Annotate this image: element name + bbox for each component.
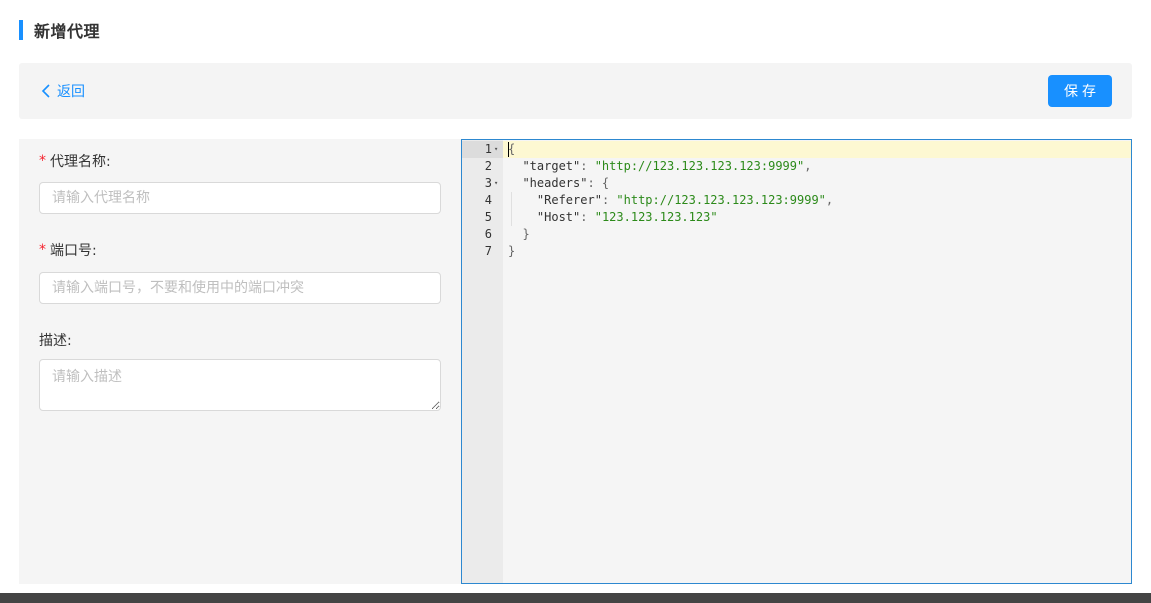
page-header: 新增代理 — [19, 19, 100, 41]
line-number: 3 — [484, 176, 492, 190]
port-label: * 端口号: — [39, 240, 97, 260]
key-token: "headers" — [522, 176, 588, 190]
code-line: 2 "target": "http://123.123.123.123:9999… — [462, 158, 1131, 175]
back-link[interactable]: 返回 — [41, 81, 85, 101]
code-line: 1 ▾ { — [462, 141, 1131, 158]
code-text: "Host": "123.123.123.123" — [508, 209, 718, 226]
punctuation-token: { — [508, 142, 516, 156]
line-number: 1 — [484, 142, 492, 156]
line-number: 7 — [484, 244, 492, 258]
line-number: 5 — [484, 210, 492, 224]
proxy-name-label-text: 代理名称: — [50, 154, 111, 170]
key-token: "target" — [522, 159, 581, 173]
code-text: } — [508, 243, 515, 260]
key-token: "Referer" — [536, 193, 602, 207]
code-text: { — [508, 141, 515, 158]
fold-toggle-icon[interactable]: ▾ — [494, 141, 498, 158]
punctuation-token: : — [580, 210, 595, 224]
json-code-editor[interactable]: 1 ▾{2 "target": "http://123.123.123.123:9… — [461, 139, 1132, 584]
line-number: 6 — [484, 227, 492, 241]
toolbar: 返回 保存 — [19, 63, 1132, 119]
punctuation-token: , — [804, 159, 812, 173]
code-text: "Referer": "http://123.123.123.123:9999"… — [508, 192, 833, 209]
string-token: "http://123.123.123.123:9999" — [594, 159, 805, 173]
port-label-text: 端口号: — [50, 243, 97, 259]
back-link-label: 返回 — [57, 84, 85, 100]
proxy-name-input[interactable] — [39, 182, 441, 214]
punctuation-token: , — [825, 193, 834, 207]
required-mark: * — [39, 242, 46, 258]
window-bottom-edge — [0, 593, 1151, 603]
required-mark: * — [39, 153, 46, 169]
description-label-text: 描述: — [39, 333, 72, 349]
code-line: 7} — [462, 243, 1131, 260]
code-line: 5 "Host": "123.123.123.123" — [462, 209, 1131, 226]
description-label: 描述: — [39, 330, 72, 350]
punctuation-token: : — [601, 193, 617, 207]
code-text: } — [508, 226, 530, 243]
code-text: "target": "http://123.123.123.123:9999", — [508, 158, 811, 175]
page-title: 新增代理 — [34, 22, 101, 41]
proxy-form: * 代理名称: * 端口号: 描述: — [19, 139, 461, 584]
save-button[interactable]: 保存 — [1048, 75, 1112, 107]
string-token: "http://123.123.123.123:9999" — [616, 193, 826, 207]
punctuation-token: } — [508, 244, 516, 258]
line-number: 2 — [484, 159, 492, 173]
page: 新增代理 返回 保存 * 代理名称: * 端口号: 描述: — [0, 0, 1151, 596]
port-input[interactable] — [39, 272, 441, 304]
punctuation-token: : — [580, 159, 595, 173]
proxy-name-label: * 代理名称: — [39, 151, 111, 171]
title-accent-bar — [19, 20, 23, 40]
code-line: 4 "Referer": "http://123.123.123.123:999… — [462, 192, 1131, 209]
string-token: "123.123.123.123" — [594, 210, 718, 224]
code-text: "headers": { — [508, 175, 609, 192]
line-number: 4 — [484, 193, 492, 207]
key-token: "Host" — [536, 210, 581, 224]
description-textarea[interactable] — [39, 359, 441, 411]
code-line: 3 ▾ "headers": { — [462, 175, 1131, 192]
punctuation-token: : { — [587, 176, 610, 190]
code-line: 6 } — [462, 226, 1131, 243]
punctuation-token: } — [522, 227, 530, 241]
chevron-left-icon — [41, 84, 50, 98]
fold-toggle-icon[interactable]: ▾ — [494, 175, 498, 192]
